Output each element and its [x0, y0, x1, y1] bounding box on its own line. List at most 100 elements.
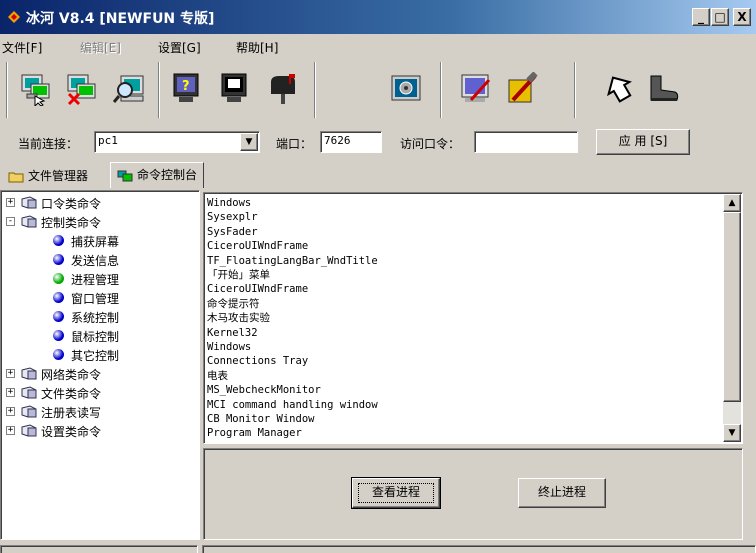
close-button[interactable]: X [733, 8, 751, 26]
status-bar [0, 544, 756, 553]
tree-item[interactable]: + 网络类命令 [1, 365, 197, 383]
toolbar-separator [314, 62, 316, 118]
tree-item[interactable]: 进程管理 [1, 270, 197, 288]
monitor-icon [221, 73, 247, 102]
dropdown-arrow-icon[interactable]: ▼ [240, 133, 258, 151]
list-item[interactable]: TF_FloatingLangBar_WndTitle [207, 254, 378, 268]
bullet-icon [53, 273, 64, 284]
window-title: 冰河 V8.4 [NEWFUN 专版] [26, 11, 215, 27]
screen-capture-button[interactable] [214, 64, 254, 116]
tree-item[interactable]: 窗口管理 [1, 289, 197, 307]
list-item[interactable]: Kernel32 [207, 326, 258, 340]
tree-item[interactable]: + 口令类命令 [1, 194, 197, 212]
exit-button[interactable] [644, 64, 684, 116]
book-folder-icon [21, 386, 37, 399]
list-item[interactable]: CiceroUIWndFrame [207, 282, 308, 296]
menu-edit[interactable]: 编辑[E] [80, 39, 121, 56]
book-folder-icon [21, 215, 37, 228]
current-connection-label: 当前连接： [18, 137, 79, 151]
search-host-button[interactable] [110, 64, 150, 116]
upgrade-button[interactable] [600, 64, 640, 116]
tree-item[interactable]: 其它控制 [1, 346, 197, 364]
toolbar-separator [158, 62, 160, 118]
password-input[interactable] [474, 131, 578, 153]
scroll-down-icon[interactable]: ▼ [723, 424, 741, 442]
tree-item[interactable]: + 设置类命令 [1, 422, 197, 440]
bullet-icon [53, 292, 64, 303]
book-folder-icon [21, 367, 37, 380]
minimize-button[interactable]: _ [692, 8, 710, 26]
folder-icon [8, 172, 24, 182]
list-item[interactable]: Windows [207, 196, 251, 210]
command-tree: + 口令类命令 - 控制类命令捕获屏幕发送信息 进程管理窗口管理系统控制鼠标控制其它控制… [0, 190, 200, 540]
tree-item-label: 鼠标控制 [71, 330, 120, 344]
list-item[interactable]: Program Manager [207, 426, 302, 440]
menu-file[interactable]: 文件[F] [2, 39, 42, 56]
disconnect-button[interactable] [62, 64, 102, 116]
connect-button[interactable] [16, 64, 56, 116]
edit-server-button[interactable] [456, 64, 496, 116]
tree-item[interactable]: + 注册表读写 [1, 403, 197, 421]
current-connection-input[interactable]: pc1 [94, 131, 260, 153]
send-mail-button[interactable] [262, 64, 302, 116]
control-panel-button[interactable] [386, 64, 426, 116]
list-item[interactable]: SysFader [207, 225, 258, 239]
expand-icon[interactable]: + [6, 369, 15, 378]
tree-item-label: 网络类命令 [41, 368, 102, 382]
menu-settings[interactable]: 设置[G] [158, 39, 201, 56]
password-label: 访问口令： [400, 137, 461, 151]
tree-item-label: 其它控制 [71, 349, 120, 363]
tree-item-label: 窗口管理 [71, 292, 120, 306]
menu-help[interactable]: 帮助[H] [236, 39, 278, 56]
tree-item-label: 控制类命令 [41, 216, 102, 230]
window-list[interactable]: Windows Sysexplr SysFader CiceroUIWndFrame T… [203, 192, 743, 444]
focus-rect [358, 483, 434, 503]
tree-item-label: 捕获屏幕 [71, 235, 120, 249]
list-item[interactable]: Sysexplr [207, 210, 258, 224]
tree-item-label: 设置类命令 [41, 425, 102, 439]
system-info-button[interactable]: ? [166, 64, 206, 116]
list-item[interactable]: Connections Tray [207, 354, 308, 368]
maximize-button[interactable]: □ [711, 8, 729, 26]
list-item[interactable]: Windows [207, 340, 251, 354]
expand-icon[interactable]: + [6, 407, 15, 416]
expand-icon[interactable]: + [6, 198, 15, 207]
list-item[interactable]: 电表 [207, 369, 228, 383]
tools-icon [508, 72, 538, 103]
tab-file-manager[interactable]: 文件管理器 [2, 164, 94, 188]
scroll-up-icon[interactable]: ▲ [723, 194, 741, 212]
scroll-thumb[interactable] [723, 212, 741, 402]
tree-item[interactable]: + 文件类命令 [1, 384, 197, 402]
tree-item[interactable]: 捕获屏幕 [1, 232, 197, 250]
search-computer-icon [113, 75, 144, 103]
kill-process-button[interactable]: 终止进程 [518, 478, 606, 508]
list-item[interactable]: 「开始」菜单 [207, 268, 270, 282]
list-item[interactable]: MS_WebcheckMonitor [207, 383, 321, 397]
network-computers-icon [117, 170, 133, 181]
toolbar-separator [440, 62, 442, 118]
boot-icon [650, 75, 679, 101]
tree-item[interactable]: 系统控制 [1, 308, 197, 326]
tree-item[interactable]: 发送信息 [1, 251, 197, 269]
port-label: 端口： [276, 137, 313, 151]
list-item[interactable]: 木马攻击实验 [207, 311, 270, 325]
list-item[interactable]: CB Monitor Window [207, 412, 314, 426]
tree-item[interactable]: 鼠标控制 [1, 327, 197, 345]
control-panel-icon [391, 75, 421, 101]
app-logo-icon [8, 11, 20, 23]
expand-icon[interactable]: + [6, 388, 15, 397]
tab-command-console[interactable]: 命令控制台 [110, 162, 205, 188]
expand-icon[interactable]: + [6, 426, 15, 435]
apply-button[interactable]: 应 用 [S] [596, 129, 690, 155]
vertical-scrollbar[interactable]: ▲ ▼ [723, 194, 741, 442]
collapse-icon[interactable]: - [6, 217, 15, 226]
port-input[interactable]: 7626 [320, 131, 382, 153]
view-process-button[interactable]: 查看进程 [351, 477, 441, 509]
book-folder-icon [21, 196, 37, 209]
list-item[interactable]: 命令提示符 [207, 297, 260, 311]
list-item[interactable]: CiceroUIWndFrame [207, 239, 308, 253]
list-item[interactable]: MCI command handling window [207, 398, 378, 412]
config-tools-button[interactable] [502, 64, 542, 116]
tree-item[interactable]: - 控制类命令 [1, 213, 197, 231]
title-bar[interactable]: 冰河 V8.4 [NEWFUN 专版] _ □ X [0, 0, 756, 34]
